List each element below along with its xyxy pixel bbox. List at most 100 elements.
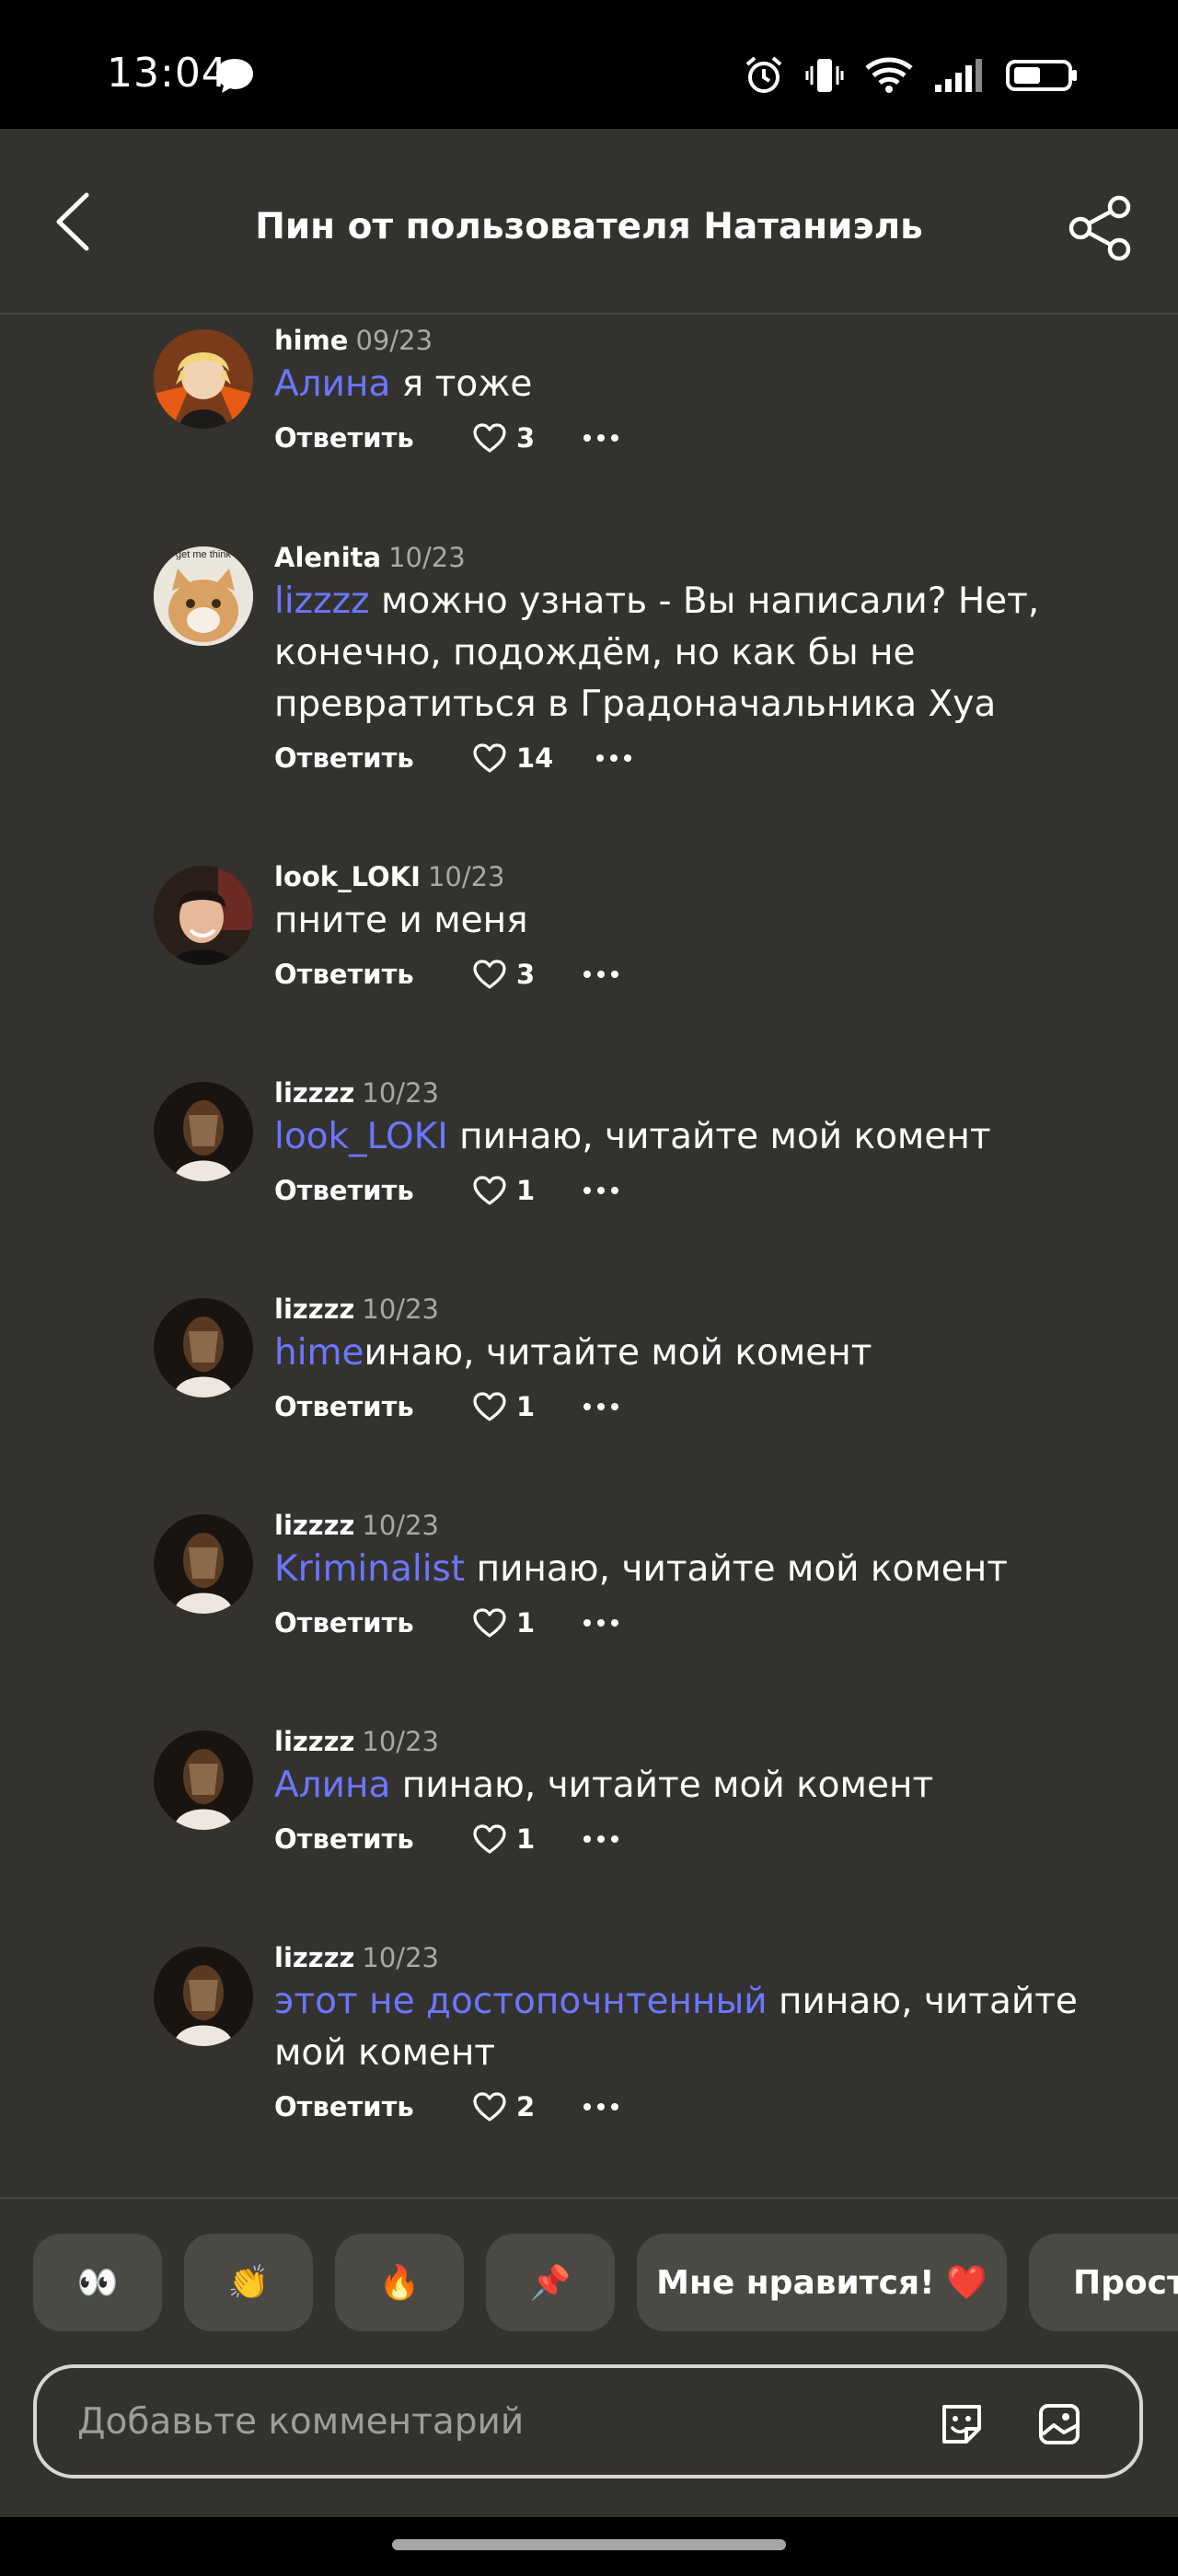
comments-list[interactable]: hime 09/23 Алина я тоже Ответить 3 get m… bbox=[0, 315, 1178, 2196]
comment-author[interactable]: hime bbox=[274, 325, 348, 356]
like-button[interactable]: 1 bbox=[472, 1175, 583, 1206]
like-button[interactable]: 14 bbox=[472, 742, 595, 774]
comment-text: Kriminalist пинаю, читайте мой комент bbox=[274, 1544, 1139, 1595]
heart-icon bbox=[473, 1176, 506, 1205]
heart-icon bbox=[473, 2092, 506, 2122]
avatar[interactable] bbox=[154, 1731, 253, 1830]
comment-author[interactable]: lizzzz bbox=[274, 1294, 354, 1325]
avatar[interactable] bbox=[154, 866, 253, 965]
comment-actions: Ответить 3 bbox=[274, 418, 1139, 458]
reply-button[interactable]: Ответить bbox=[274, 2091, 472, 2122]
like-count: 1 bbox=[516, 1823, 536, 1855]
comment-actions: Ответить 14 bbox=[274, 738, 1139, 778]
comment-author[interactable]: lizzzz bbox=[274, 1726, 354, 1757]
like-count: 3 bbox=[516, 422, 536, 454]
heart-icon bbox=[473, 743, 506, 773]
image-icon bbox=[1039, 2404, 1080, 2444]
comment-body: lizzzz 10/23 Алина пинаю, читайте мой ком… bbox=[274, 1725, 1139, 1859]
page-title: Пин от пользователя Натаниэль bbox=[255, 206, 923, 247]
comment-body: lizzzz 10/23 himeинаю, читайте мой комент… bbox=[274, 1293, 1139, 1427]
reply-button[interactable]: Ответить bbox=[274, 1823, 472, 1855]
comment-text: Алина я тоже bbox=[274, 359, 1139, 410]
more-dots-icon bbox=[583, 1835, 618, 1843]
sticker-button[interactable] bbox=[939, 2401, 985, 2447]
avatar[interactable] bbox=[154, 1298, 253, 1397]
reaction-fire-chip[interactable]: 🔥 bbox=[335, 2234, 464, 2331]
divider bbox=[0, 2197, 1178, 2199]
more-options-button[interactable] bbox=[583, 2087, 638, 2127]
comment-date: 10/23 bbox=[362, 1294, 439, 1325]
more-dots-icon bbox=[583, 1187, 618, 1194]
comment-text: himeинаю, читайте мой комент bbox=[274, 1328, 1139, 1379]
avatar[interactable] bbox=[154, 1514, 253, 1614]
avatar[interactable] bbox=[154, 1947, 253, 2046]
comment-actions: Ответить 1 bbox=[274, 1603, 1139, 1643]
comment-author[interactable]: lizzzz bbox=[274, 1077, 354, 1109]
image-button[interactable] bbox=[1036, 2401, 1082, 2447]
more-options-button[interactable] bbox=[583, 954, 638, 995]
more-options-button[interactable] bbox=[583, 1386, 638, 1427]
reaction-pin-chip[interactable]: 📌 bbox=[486, 2234, 615, 2331]
more-options-button[interactable] bbox=[583, 1170, 638, 1211]
reply-button[interactable]: Ответить bbox=[274, 1607, 472, 1639]
comment-message: пинаю, читайте мой комент bbox=[465, 1548, 1008, 1590]
avatar[interactable] bbox=[154, 1082, 253, 1181]
more-dots-icon bbox=[583, 2103, 618, 2110]
like-button[interactable]: 3 bbox=[472, 422, 583, 454]
more-options-button[interactable] bbox=[583, 418, 638, 458]
mention-link[interactable]: look_LOKI bbox=[274, 1116, 448, 1157]
comment-actions: Ответить 1 bbox=[274, 1170, 1139, 1211]
more-options-button[interactable] bbox=[583, 1819, 638, 1859]
like-button[interactable]: 1 bbox=[472, 1607, 583, 1639]
reaction-like-chip[interactable]: Мне нравится! ❤️ bbox=[637, 2234, 1007, 2331]
sticker-icon bbox=[942, 2405, 981, 2444]
system-nav-bar bbox=[0, 2517, 1178, 2576]
comment-actions: Ответить 1 bbox=[274, 1386, 1139, 1427]
reply-button[interactable]: Ответить bbox=[274, 742, 472, 774]
like-button[interactable]: 2 bbox=[472, 2091, 583, 2122]
comment-body: lizzzz 10/23 look_LOKI пинаю, читайте мой… bbox=[274, 1076, 1139, 1211]
mention-link[interactable]: Алина bbox=[274, 1765, 390, 1806]
like-button[interactable]: 1 bbox=[472, 1823, 583, 1855]
comment-date: 10/23 bbox=[427, 861, 505, 892]
comment-author[interactable]: lizzzz bbox=[274, 1942, 354, 1973]
share-button[interactable] bbox=[1066, 193, 1136, 263]
mention-link[interactable]: Kriminalist bbox=[274, 1548, 465, 1590]
quick-reactions-bar[interactable]: 👀 👏 🔥 📌 Мне нравится! ❤️ Просто bbox=[0, 2234, 1178, 2331]
heart-icon bbox=[473, 1608, 506, 1638]
comment-author[interactable]: lizzzz bbox=[274, 1510, 354, 1541]
mention-link[interactable]: lizzzz bbox=[274, 581, 370, 622]
reaction-simple-chip[interactable]: Просто bbox=[1029, 2234, 1178, 2331]
reply-button[interactable]: Ответить bbox=[274, 1391, 472, 1422]
like-button[interactable]: 3 bbox=[472, 959, 583, 990]
comment-author[interactable]: Alenita bbox=[274, 542, 381, 573]
comment-input[interactable] bbox=[77, 2368, 906, 2475]
comment-text: этот не достопочнтенный пинаю, читайте м… bbox=[274, 1976, 1139, 2079]
reply-button[interactable]: Ответить bbox=[274, 1175, 472, 1206]
comment-author[interactable]: look_LOKI bbox=[274, 861, 421, 892]
comment-date: 10/23 bbox=[362, 1077, 439, 1109]
reaction-eyes-chip[interactable]: 👀 bbox=[33, 2234, 162, 2331]
avatar[interactable]: get me think bbox=[154, 546, 253, 646]
comment-actions: Ответить 3 bbox=[274, 954, 1139, 995]
avatar[interactable] bbox=[154, 329, 253, 429]
comment-text: lizzzz можно узнать - Вы написали? Нет, … bbox=[274, 576, 1139, 730]
more-options-button[interactable] bbox=[595, 738, 651, 778]
more-options-button[interactable] bbox=[583, 1603, 638, 1643]
more-dots-icon bbox=[583, 1403, 618, 1410]
comment-body: hime 09/23 Алина я тоже Ответить 3 bbox=[274, 324, 1139, 458]
reaction-clap-chip[interactable]: 👏 bbox=[184, 2234, 313, 2331]
vibrate-icon bbox=[805, 59, 844, 92]
home-indicator[interactable] bbox=[392, 2539, 786, 2550]
mention-link[interactable]: этот не достопочнтенный bbox=[274, 1981, 768, 2022]
mention-link[interactable]: hime bbox=[274, 1332, 364, 1374]
comment-body: lizzzz 10/23 Kriminalist пинаю, читайте м… bbox=[274, 1509, 1139, 1643]
like-button[interactable]: 1 bbox=[472, 1391, 583, 1422]
reply-button[interactable]: Ответить bbox=[274, 959, 472, 990]
comment-actions: Ответить 1 bbox=[274, 1819, 1139, 1859]
reply-button[interactable]: Ответить bbox=[274, 422, 472, 454]
comment-date: 10/23 bbox=[362, 1942, 439, 1973]
mention-link[interactable]: Алина bbox=[274, 363, 390, 405]
comment-message: пните и меня bbox=[274, 900, 528, 941]
comment-text: Алина пинаю, читайте мой комент bbox=[274, 1760, 1139, 1811]
